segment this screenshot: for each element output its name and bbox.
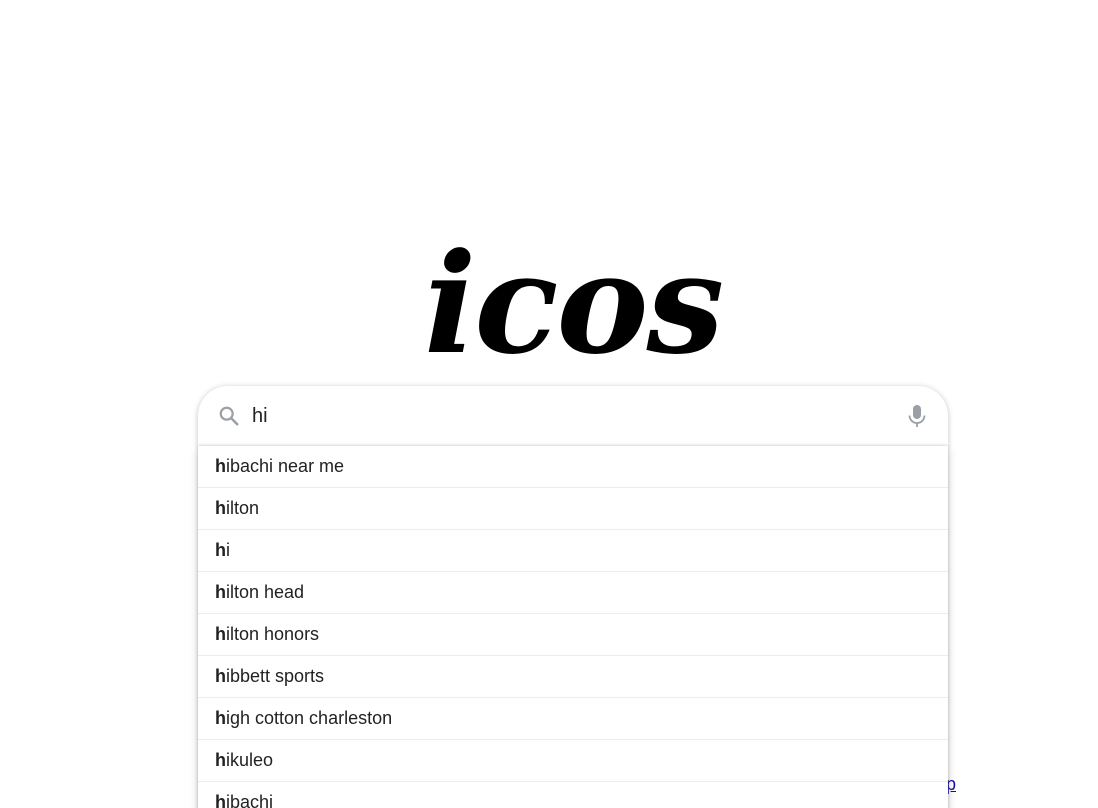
logo-text: icos: [424, 222, 722, 368]
search-homepage: p icos hibachi near me hilton hi hilton …: [0, 0, 1098, 808]
suggestion-prefix: h: [215, 708, 226, 728]
suggestion-item[interactable]: hibachi: [198, 782, 948, 808]
suggestion-prefix: h: [215, 582, 226, 602]
suggestion-item[interactable]: hilton head: [198, 572, 948, 614]
suggestion-item[interactable]: hibachi near me: [198, 446, 948, 488]
suggestion-rest: igh cotton charleston: [226, 708, 393, 728]
suggestion-item[interactable]: hi: [198, 530, 948, 572]
suggestion-prefix: h: [215, 540, 226, 560]
suggestion-rest: ibachi: [226, 792, 274, 808]
suggestion-item[interactable]: high cotton charleston: [198, 698, 948, 740]
suggestion-rest: ikuleo: [226, 750, 274, 770]
search-icon: [218, 405, 240, 427]
search-box[interactable]: [198, 386, 948, 446]
suggestion-item[interactable]: hikuleo: [198, 740, 948, 782]
suggestion-rest: i: [226, 540, 230, 560]
suggestion-prefix: h: [215, 498, 226, 518]
suggestion-rest: ilton head: [226, 582, 305, 602]
suggestion-rest: ilton honors: [226, 624, 320, 644]
suggestion-item[interactable]: hilton honors: [198, 614, 948, 656]
suggestion-rest: ibachi near me: [226, 456, 345, 476]
suggestion-item[interactable]: hilton: [198, 488, 948, 530]
suggestion-prefix: h: [215, 750, 226, 770]
suggestion-prefix: h: [215, 624, 226, 644]
site-logo: icos: [424, 222, 724, 368]
suggestion-item[interactable]: hibbett sports: [198, 656, 948, 698]
suggestion-rest: ilton: [226, 498, 260, 518]
suggestion-prefix: h: [215, 456, 226, 476]
suggestion-prefix: h: [215, 666, 226, 686]
suggestion-prefix: h: [215, 792, 226, 808]
suggestion-rest: ibbett sports: [226, 666, 325, 686]
search-input[interactable]: [252, 400, 872, 432]
microphone-icon[interactable]: [906, 404, 928, 428]
autocomplete-list: hibachi near me hilton hi hilton head hi…: [198, 446, 948, 808]
